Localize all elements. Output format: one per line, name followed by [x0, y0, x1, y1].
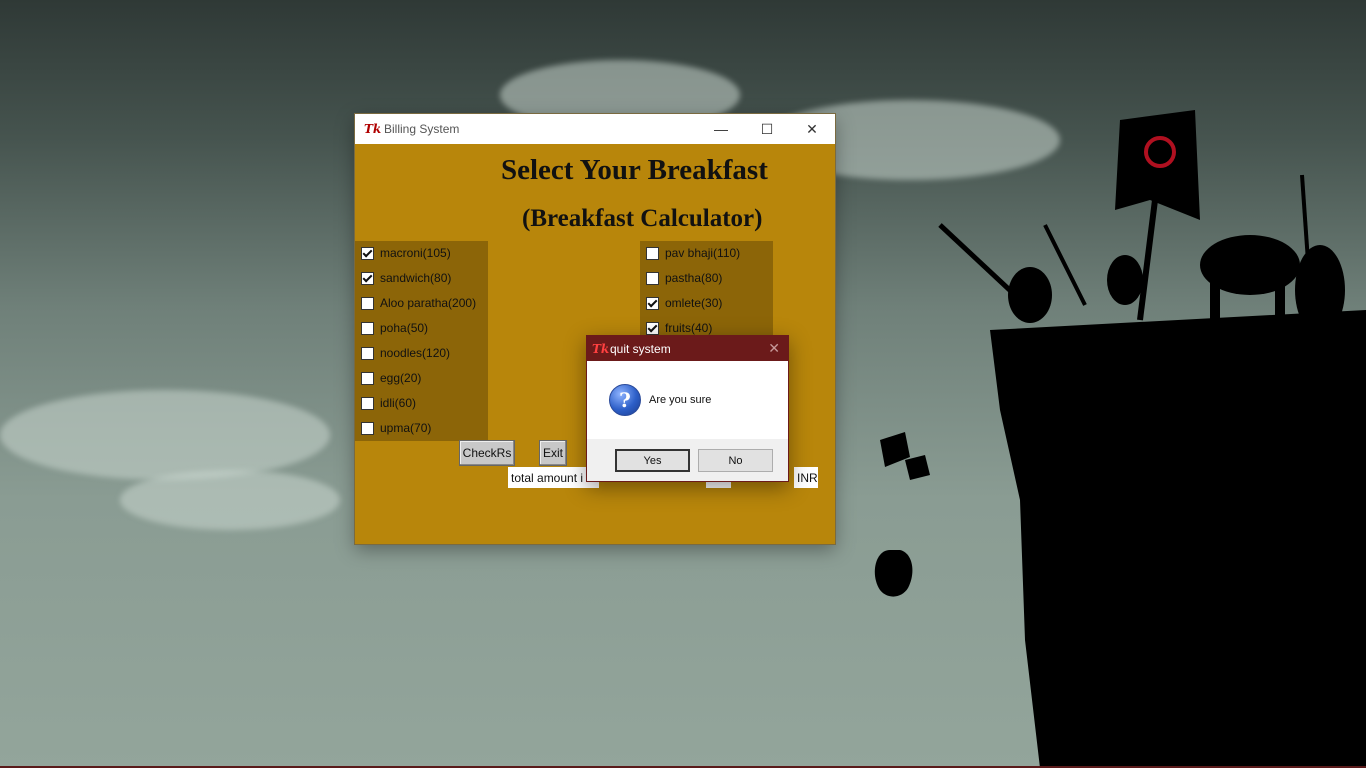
menu-item-upma[interactable]: upma(70) — [361, 418, 431, 438]
item-label: omlete(30) — [665, 296, 723, 310]
checkbox[interactable] — [361, 371, 374, 385]
checkbox[interactable] — [646, 321, 659, 335]
checkbox[interactable] — [361, 396, 374, 410]
menu-item-poha[interactable]: poha(50) — [361, 318, 428, 338]
dialog-titlebar[interactable]: Tk quit system ✕ — [587, 336, 788, 361]
tk-feather-icon: Tk — [592, 341, 610, 356]
tk-feather-icon: Tk — [364, 122, 382, 136]
item-label: poha(50) — [380, 321, 429, 335]
question-icon: ? — [609, 384, 641, 416]
item-label: sandwich(80) — [380, 271, 452, 285]
window-title: Billing System — [384, 122, 460, 136]
menu-item-pastha[interactable]: pastha(80) — [646, 268, 722, 288]
menu-item-sandwich[interactable]: sandwich(80) — [361, 268, 451, 288]
checkbox[interactable] — [361, 271, 374, 285]
menu-item-egg[interactable]: egg(20) — [361, 368, 421, 388]
wallpaper-cloud — [0, 390, 330, 480]
right-menu-panel: pav bhaji(110) pastha(80) omlete(30) fru… — [640, 241, 773, 341]
checkbox[interactable] — [646, 246, 659, 260]
dialog-message: Are you sure — [649, 394, 712, 406]
item-label: upma(70) — [380, 421, 432, 435]
page-subtitle: (Breakfast Calculator) — [522, 205, 763, 232]
menu-item-idli[interactable]: idli(60) — [361, 393, 416, 413]
checkbox[interactable] — [361, 346, 374, 360]
menu-item-macroni[interactable]: macroni(105) — [361, 243, 451, 263]
checkbox[interactable] — [361, 421, 374, 435]
item-label: egg(20) — [380, 371, 422, 385]
page-title: Select Your Breakfast — [501, 154, 768, 186]
yes-button[interactable]: Yes — [615, 449, 690, 472]
item-label: noodles(120) — [380, 346, 451, 360]
dialog-close-icon[interactable]: ✕ — [768, 340, 780, 357]
item-label: idli(60) — [380, 396, 417, 410]
dialog-body: ? Are you sure — [587, 361, 788, 439]
left-menu-panel: macroni(105) sandwich(80) Aloo paratha(2… — [355, 241, 488, 441]
item-label: Aloo paratha(200) — [380, 296, 477, 310]
menu-item-omlete[interactable]: omlete(30) — [646, 293, 722, 313]
check-rs-button[interactable]: CheckRs — [459, 440, 515, 466]
window-titlebar[interactable]: Tk Billing System — ☐ ✕ — [355, 114, 835, 144]
close-button[interactable]: ✕ — [789, 114, 835, 144]
exit-button[interactable]: Exit — [539, 440, 567, 466]
checkbox[interactable] — [646, 296, 659, 310]
dialog-title: quit system — [610, 341, 671, 356]
minimize-button[interactable]: — — [698, 114, 744, 144]
item-label: fruits(40) — [665, 321, 713, 335]
menu-item-aloo-paratha[interactable]: Aloo paratha(200) — [361, 293, 476, 313]
no-button[interactable]: No — [698, 449, 773, 472]
item-label: pastha(80) — [665, 271, 723, 285]
maximize-button[interactable]: ☐ — [744, 114, 790, 144]
wallpaper-cloud — [120, 470, 340, 530]
checkbox[interactable] — [361, 246, 374, 260]
item-label: pav bhaji(110) — [665, 246, 741, 260]
currency-label: INR — [794, 467, 818, 488]
checkbox[interactable] — [361, 296, 374, 310]
item-label: macroni(105) — [380, 246, 451, 260]
checkbox[interactable] — [361, 321, 374, 335]
quit-dialog: Tk quit system ✕ ? Are you sure Yes No — [586, 335, 789, 482]
wallpaper-cliff-silhouette — [874, 110, 1366, 768]
menu-item-noodles[interactable]: noodles(120) — [361, 343, 450, 363]
checkbox[interactable] — [646, 271, 659, 285]
menu-item-pav-bhaji[interactable]: pav bhaji(110) — [646, 243, 740, 263]
